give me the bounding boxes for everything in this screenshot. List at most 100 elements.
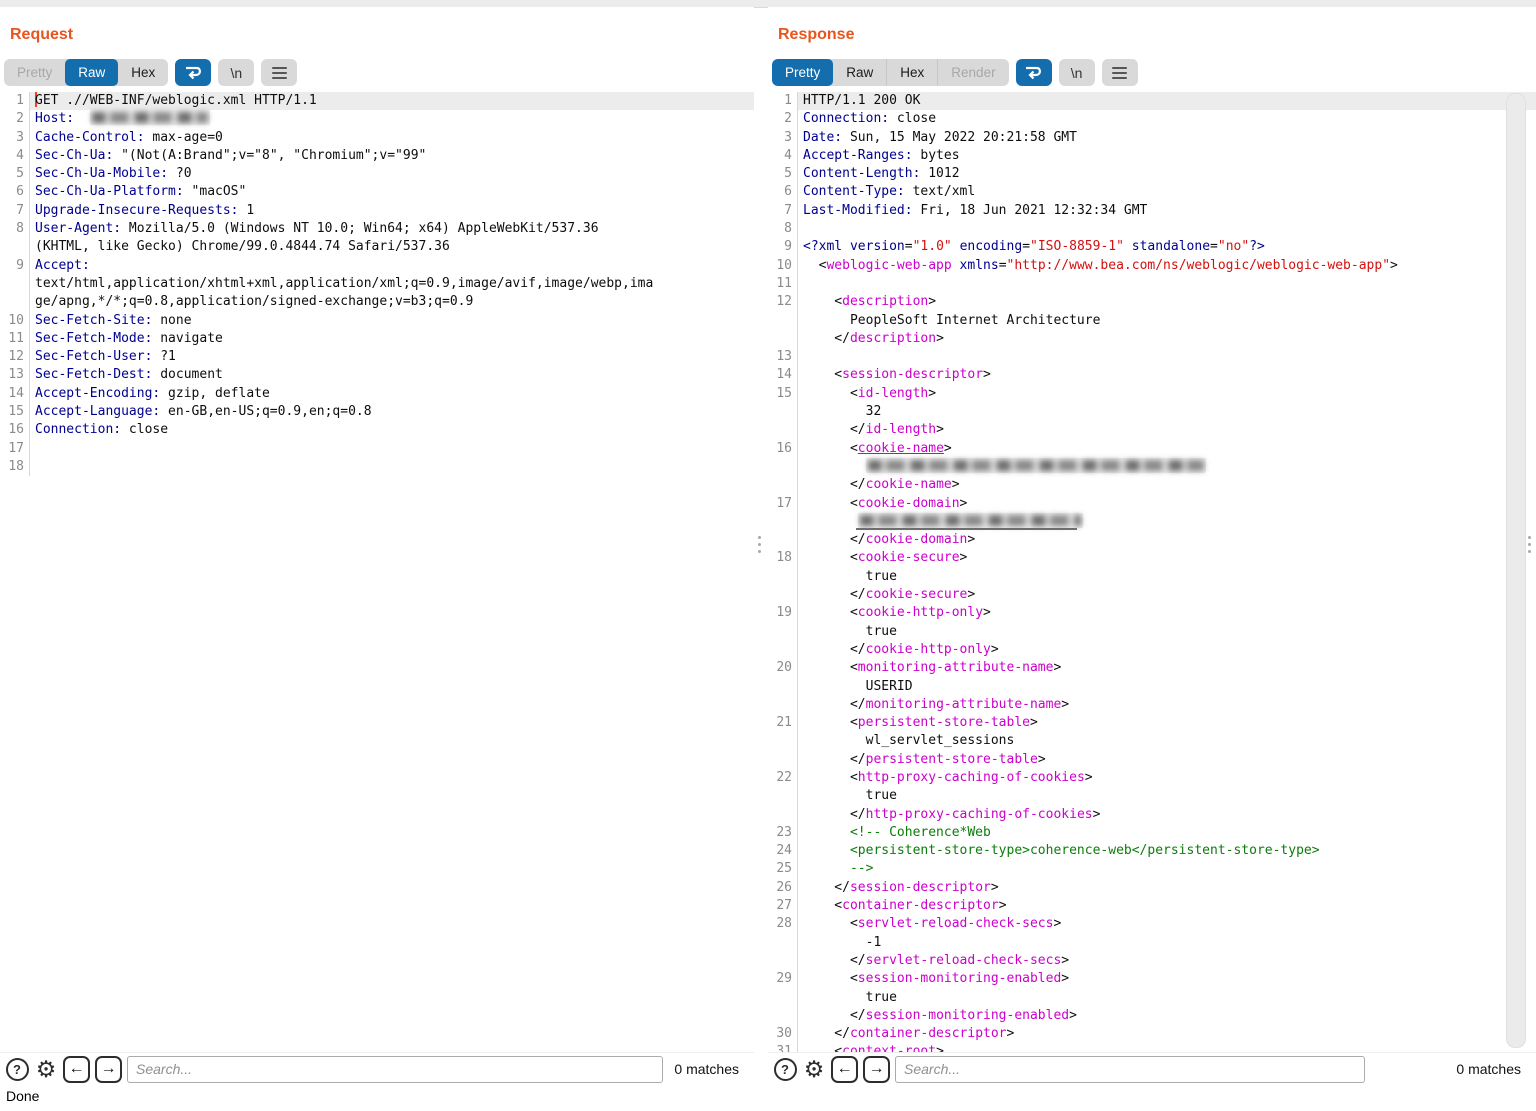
code-line[interactable]: 21 <persistent-store-table> — [768, 714, 1536, 732]
code-line[interactable]: 5Content-Length: 1012 — [768, 165, 1536, 183]
code-line[interactable]: 30 </container-descriptor> — [768, 1025, 1536, 1043]
code-line[interactable]: 6Sec-Ch-Ua-Platform: "macOS" — [0, 183, 754, 201]
code-line[interactable] — [768, 458, 1536, 476]
code-line[interactable]: 18 <cookie-secure> — [768, 549, 1536, 567]
code-line[interactable]: </description> — [768, 330, 1536, 348]
code-line[interactable]: USERID — [768, 678, 1536, 696]
tab-hex[interactable]: Hex — [118, 59, 168, 86]
tab-render[interactable]: Render — [937, 59, 1008, 86]
code-line[interactable]: </servlet-reload-check-secs> — [768, 952, 1536, 970]
request-menu-button[interactable] — [261, 59, 297, 86]
code-line[interactable]: text/html,application/xhtml+xml,applicat… — [0, 275, 754, 293]
code-line[interactable]: 10Sec-Fetch-Site: none — [0, 312, 754, 330]
code-line[interactable]: 6Content-Type: text/xml — [768, 183, 1536, 201]
code-line[interactable]: 16 <cookie-name> — [768, 440, 1536, 458]
code-line[interactable]: 10 <weblogic-web-app xmlns="http://www.b… — [768, 257, 1536, 275]
code-line[interactable]: </cookie-domain> — [768, 531, 1536, 549]
code-line[interactable]: true — [768, 787, 1536, 805]
code-line[interactable]: 12 <description> — [768, 293, 1536, 311]
code-line[interactable]: 11Sec-Fetch-Mode: navigate — [0, 330, 754, 348]
search-settings-button[interactable]: ⚙ — [802, 1057, 826, 1081]
code-line[interactable]: 20 <monitoring-attribute-name> — [768, 659, 1536, 677]
code-line[interactable]: </cookie-secure> — [768, 586, 1536, 604]
code-line[interactable]: 24 <persistent-store-type>coherence-web<… — [768, 842, 1536, 860]
response-editor[interactable]: 1HTTP/1.1 200 OK2Connection: close3Date:… — [768, 92, 1536, 1052]
code-line[interactable]: </cookie-http-only> — [768, 641, 1536, 659]
code-line[interactable]: -1 — [768, 934, 1536, 952]
code-line[interactable]: 7Upgrade-Insecure-Requests: 1 — [0, 202, 754, 220]
code-line[interactable]: 23 <!-- Coherence*Web — [768, 824, 1536, 842]
search-settings-button[interactable]: ⚙ — [34, 1057, 58, 1081]
tab-raw[interactable]: Raw — [833, 59, 886, 86]
code-line[interactable]: 2Host: — [0, 110, 754, 128]
search-next-button[interactable]: → — [95, 1056, 122, 1083]
code-line[interactable]: 3Cache-Control: max-age=0 — [0, 129, 754, 147]
code-line[interactable]: </monitoring-attribute-name> — [768, 696, 1536, 714]
code-line[interactable]: 31 <context-root> — [768, 1043, 1536, 1052]
search-help-button[interactable]: ? — [773, 1057, 797, 1081]
code-line[interactable]: 26 </session-descriptor> — [768, 879, 1536, 897]
code-line[interactable]: 27 <container-descriptor> — [768, 897, 1536, 915]
code-line[interactable]: </cookie-name> — [768, 476, 1536, 494]
search-next-button[interactable]: → — [863, 1056, 890, 1083]
search-prev-button[interactable]: ← — [63, 1056, 90, 1083]
request-search-input[interactable] — [127, 1056, 663, 1083]
code-line[interactable]: 1GET .//WEB-INF/weblogic.xml HTTP/1.1 — [0, 92, 754, 110]
code-line[interactable]: 11 — [768, 275, 1536, 293]
code-line[interactable]: 17 — [0, 440, 754, 458]
code-line[interactable]: 9Accept: — [0, 257, 754, 275]
response-search-input[interactable] — [895, 1056, 1365, 1083]
code-line[interactable]: </http-proxy-caching-of-cookies> — [768, 806, 1536, 824]
code-line[interactable]: 19 <cookie-http-only> — [768, 604, 1536, 622]
code-line[interactable]: 17 <cookie-domain> — [768, 495, 1536, 513]
tab-hex[interactable]: Hex — [886, 59, 937, 86]
code-line[interactable]: 22 <http-proxy-caching-of-cookies> — [768, 769, 1536, 787]
code-line[interactable] — [768, 513, 1536, 531]
code-line[interactable]: 14Accept-Encoding: gzip, deflate — [0, 385, 754, 403]
code-line[interactable]: true — [768, 623, 1536, 641]
code-line[interactable]: 3Date: Sun, 15 May 2022 20:21:58 GMT — [768, 129, 1536, 147]
code-line[interactable]: 7Last-Modified: Fri, 18 Jun 2021 12:32:3… — [768, 202, 1536, 220]
code-line[interactable]: (KHTML, like Gecko) Chrome/99.0.4844.74 … — [0, 238, 754, 256]
code-line[interactable]: 12Sec-Fetch-User: ?1 — [0, 348, 754, 366]
search-help-button[interactable]: ? — [5, 1057, 29, 1081]
tab-raw[interactable]: Raw — [65, 59, 118, 86]
code-line[interactable]: 15Accept-Language: en-GB,en-US;q=0.9,en;… — [0, 403, 754, 421]
request-editor[interactable]: 1GET .//WEB-INF/weblogic.xml HTTP/1.12Ho… — [0, 92, 754, 1052]
code-line[interactable]: true — [768, 989, 1536, 1007]
code-line[interactable]: 25 --> — [768, 860, 1536, 878]
code-line[interactable]: ge/apng,*/*;q=0.8,application/signed-exc… — [0, 293, 754, 311]
response-menu-button[interactable] — [1102, 59, 1138, 86]
show-newlines-button[interactable]: \n — [218, 59, 254, 86]
code-line[interactable]: PeopleSoft Internet Architecture — [768, 312, 1536, 330]
code-line[interactable]: 8 — [768, 220, 1536, 238]
search-prev-button[interactable]: ← — [831, 1056, 858, 1083]
panel-divider-handle[interactable] — [758, 536, 762, 553]
code-line[interactable]: </persistent-store-table> — [768, 751, 1536, 769]
code-line[interactable]: 2Connection: close — [768, 110, 1536, 128]
tab-pretty[interactable]: Pretty — [4, 59, 65, 86]
code-line[interactable]: 13Sec-Fetch-Dest: document — [0, 366, 754, 384]
code-line[interactable]: true — [768, 568, 1536, 586]
response-scrollbar[interactable] — [1506, 93, 1526, 1048]
code-line[interactable]: 1HTTP/1.1 200 OK — [768, 92, 1536, 110]
code-line[interactable]: 15 <id-length> — [768, 385, 1536, 403]
code-line[interactable]: 32 — [768, 403, 1536, 421]
code-line[interactable]: </id-length> — [768, 421, 1536, 439]
show-newlines-button[interactable]: \n — [1059, 59, 1095, 86]
code-line[interactable]: 13 — [768, 348, 1536, 366]
code-line[interactable]: 28 <servlet-reload-check-secs> — [768, 915, 1536, 933]
tab-pretty[interactable]: Pretty — [772, 59, 833, 86]
code-line[interactable]: 9<?xml version="1.0" encoding="ISO-8859-… — [768, 238, 1536, 256]
code-line[interactable]: 4Sec-Ch-Ua: "(Not(A:Brand";v="8", "Chrom… — [0, 147, 754, 165]
code-line[interactable]: </session-monitoring-enabled> — [768, 1007, 1536, 1025]
code-line[interactable]: wl_servlet_sessions — [768, 732, 1536, 750]
code-line[interactable]: 14 <session-descriptor> — [768, 366, 1536, 384]
code-line[interactable]: 29 <session-monitoring-enabled> — [768, 970, 1536, 988]
code-line[interactable]: 4Accept-Ranges: bytes — [768, 147, 1536, 165]
code-line[interactable]: 18 — [0, 458, 754, 476]
wrap-lines-button[interactable] — [1016, 59, 1052, 86]
code-line[interactable]: 5Sec-Ch-Ua-Mobile: ?0 — [0, 165, 754, 183]
code-line[interactable]: 16Connection: close — [0, 421, 754, 439]
window-edge-handle[interactable] — [1528, 536, 1532, 553]
